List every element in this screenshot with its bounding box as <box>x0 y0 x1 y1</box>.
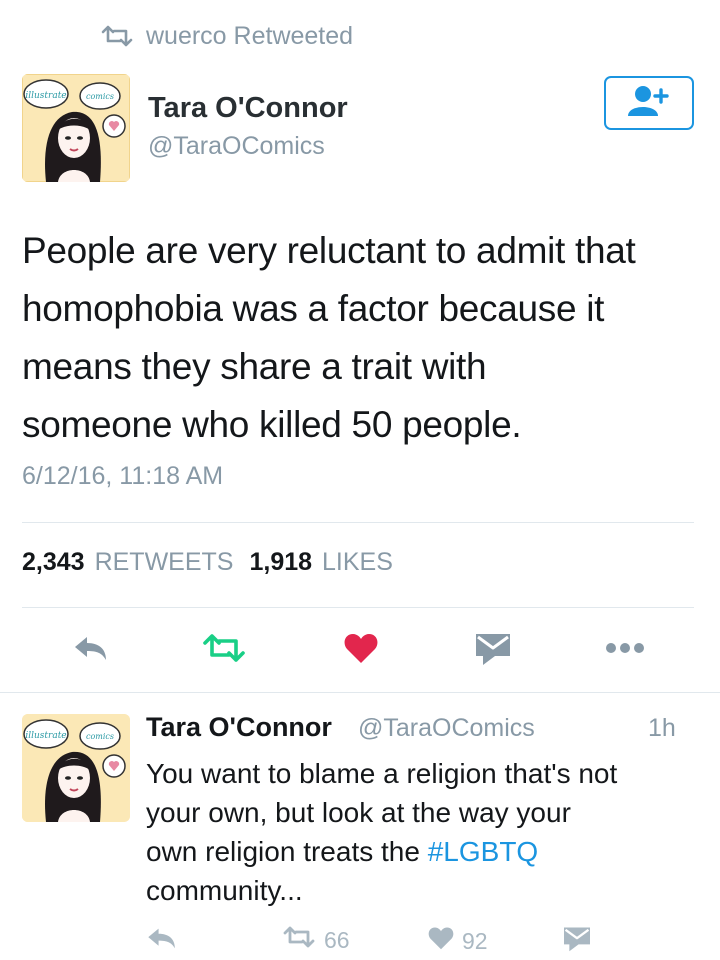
follow-button[interactable] <box>604 76 694 130</box>
reply-retweet-count: 66 <box>324 926 350 953</box>
retweets-label[interactable]: RETWEETS <box>95 548 234 577</box>
tweet-text-line: People are very reluctant to admit that <box>22 230 636 271</box>
tweet-text-line: homophobia was a factor because it <box>22 288 605 329</box>
tweet-timestamp[interactable]: 6/12/16, 11:18 AM <box>22 462 223 491</box>
author-avatar[interactable]: illustrate comics <box>22 74 130 182</box>
reply-text: You want to blame a religion that's not … <box>146 754 706 910</box>
reply-icon <box>73 634 109 667</box>
author-name[interactable]: Tara O'Connor <box>148 92 348 125</box>
reply-button[interactable] <box>66 630 116 670</box>
likes-label[interactable]: LIKES <box>322 548 393 577</box>
reply-author-avatar[interactable]: illustrate comics <box>22 714 130 822</box>
avatar-bubble-left-text: illustrate <box>25 731 66 741</box>
likes-count[interactable]: 1,918 <box>249 548 312 577</box>
retweets-count[interactable]: 2,343 <box>22 548 85 577</box>
retweet-button[interactable] <box>196 630 252 670</box>
reply-retweet-button[interactable]: 66 <box>282 926 350 954</box>
reply-reply-button[interactable] <box>146 926 178 956</box>
hashtag-link[interactable]: #LGBTQ <box>428 836 538 867</box>
reply-author-name[interactable]: Tara O'Connor <box>146 712 332 743</box>
retweet-context[interactable]: wuerco Retweeted <box>100 18 353 54</box>
reply-like-count: 92 <box>462 927 488 954</box>
tweet-text-line: means they share a trait with <box>22 346 487 387</box>
reply-message-button[interactable] <box>562 926 592 958</box>
reply-time: 1h <box>648 714 676 742</box>
reply-icon <box>146 926 178 956</box>
reply-text-line: You want to blame a religion that's not <box>146 758 618 789</box>
heart-icon <box>428 926 454 956</box>
reply-author-handle[interactable]: @TaraOComics <box>358 714 535 743</box>
divider <box>22 607 694 608</box>
divider <box>22 522 694 523</box>
tweet-text: People are very reluctant to admit that … <box>22 222 702 454</box>
retweet-icon <box>100 25 134 47</box>
more-dots-icon <box>605 641 645 659</box>
like-button[interactable] <box>336 628 386 672</box>
reply-text-segment: own religion treats the <box>146 836 420 867</box>
tweet-text-line: someone who killed 50 people. <box>22 404 522 445</box>
tweet-stats: 2,343 RETWEETS 1,918 LIKES <box>22 548 399 577</box>
reply-like-button[interactable]: 92 <box>428 926 488 956</box>
avatar-bubble-right-text: comics <box>86 732 114 741</box>
add-user-icon <box>626 84 672 123</box>
direct-message-button[interactable] <box>468 630 518 672</box>
heart-icon <box>344 632 378 669</box>
retweet-icon <box>282 926 316 954</box>
envelope-icon <box>562 926 592 958</box>
reply-text-line: own religion treats the #LGBTQ <box>146 832 706 871</box>
author-handle[interactable]: @TaraOComics <box>148 132 325 161</box>
divider <box>0 692 720 693</box>
avatar-bubble-left-text: illustrate <box>25 91 66 101</box>
envelope-icon <box>475 632 511 671</box>
avatar-bubble-right-text: comics <box>86 92 114 101</box>
more-button[interactable] <box>600 632 650 668</box>
reply-text-line: community... <box>146 875 303 906</box>
reply-text-line: your own, but look at the way your <box>146 797 571 828</box>
retweet-icon <box>201 633 247 668</box>
retweeted-by-label: wuerco Retweeted <box>146 21 354 50</box>
